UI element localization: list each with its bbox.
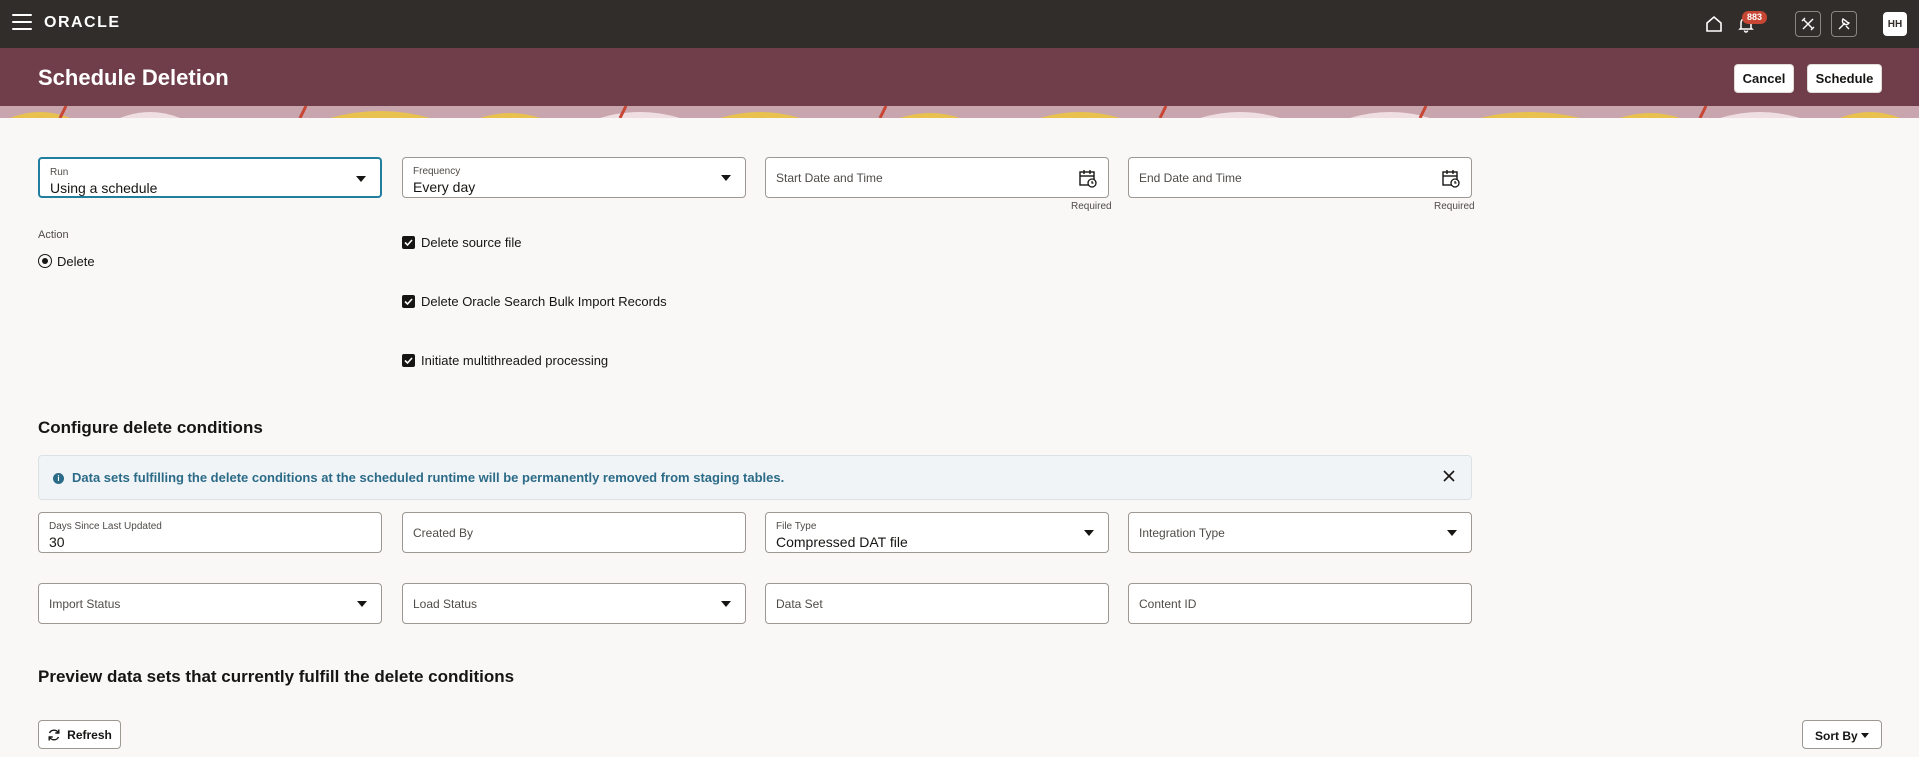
created-by-field[interactable]: Created By (402, 512, 746, 553)
navigator-tools-icon[interactable] (1795, 11, 1821, 37)
info-banner: i Data sets fulfilling the delete condit… (38, 455, 1472, 500)
start-date-field[interactable]: Start Date and Time (765, 157, 1109, 198)
content-id-field[interactable]: Content ID (1128, 583, 1472, 624)
settings-tools-icon[interactable] (1831, 11, 1857, 37)
chevron-down-icon[interactable] (356, 176, 366, 182)
delete-source-file-label[interactable]: Delete source file (421, 235, 521, 250)
menu-icon[interactable] (12, 14, 32, 32)
checkmark-icon (404, 298, 413, 306)
content-id-placeholder: Content ID (1139, 597, 1197, 611)
chevron-down-icon[interactable] (721, 175, 731, 181)
file-type-value: Compressed DAT file (776, 534, 908, 550)
page-header: Schedule Deletion Cancel Schedule (0, 48, 1919, 118)
file-type-select[interactable]: File Type Compressed DAT file (765, 512, 1109, 553)
refresh-label: Refresh (67, 727, 112, 742)
delete-search-bulk-import-label[interactable]: Delete Oracle Search Bulk Import Records (421, 294, 667, 309)
chevron-down-icon[interactable] (1447, 530, 1457, 536)
data-set-placeholder: Data Set (776, 597, 823, 611)
home-icon[interactable] (1700, 10, 1728, 38)
frequency-label: Frequency (413, 166, 461, 177)
action-label: Action (38, 229, 69, 241)
run-value: Using a schedule (50, 180, 158, 196)
data-set-field[interactable]: Data Set (765, 583, 1109, 624)
chevron-down-icon[interactable] (1084, 530, 1094, 536)
delete-search-bulk-import-checkbox[interactable] (402, 295, 415, 308)
delete-radio[interactable] (38, 254, 52, 268)
load-status-select[interactable]: Load Status (402, 583, 746, 624)
created-by-placeholder: Created By (413, 526, 474, 540)
days-since-updated-field[interactable]: Days Since Last Updated 30 (38, 512, 382, 553)
calendar-icon[interactable] (1441, 169, 1461, 189)
load-status-placeholder: Load Status (413, 597, 478, 611)
integration-type-select[interactable]: Integration Type (1128, 512, 1472, 553)
run-select[interactable]: Run Using a schedule (38, 157, 382, 198)
chevron-down-icon (1861, 733, 1869, 738)
multithreaded-processing-checkbox[interactable] (402, 354, 415, 367)
days-since-updated-value: 30 (49, 534, 65, 550)
delete-radio-label[interactable]: Delete (57, 254, 95, 269)
integration-type-placeholder: Integration Type (1139, 526, 1225, 540)
chevron-down-icon[interactable] (357, 601, 367, 607)
days-since-updated-label: Days Since Last Updated (49, 521, 162, 532)
file-type-label: File Type (776, 521, 817, 532)
notification-count-badge: 883 (1742, 11, 1768, 24)
frequency-select[interactable]: Frequency Every day (402, 157, 746, 198)
sort-by-button[interactable]: Sort By (1802, 720, 1882, 749)
multithreaded-processing-label[interactable]: Initiate multithreaded processing (421, 353, 608, 368)
user-avatar[interactable]: HH (1883, 12, 1907, 36)
delete-source-file-checkbox[interactable] (402, 236, 415, 249)
page-title: Schedule Deletion (38, 65, 229, 90)
import-status-placeholder: Import Status (49, 597, 121, 611)
import-status-select[interactable]: Import Status (38, 583, 382, 624)
run-label: Run (50, 167, 69, 178)
frequency-value: Every day (413, 179, 476, 195)
sort-by-label: Sort By (1815, 729, 1858, 743)
calendar-icon[interactable] (1078, 169, 1098, 189)
schedule-button[interactable]: Schedule (1807, 64, 1882, 93)
oracle-logo[interactable]: ORACLE (44, 14, 121, 32)
header-decorative-pattern-icon (0, 106, 1919, 118)
close-icon[interactable] (1441, 468, 1457, 484)
info-icon: i (53, 473, 64, 484)
start-date-placeholder: Start Date and Time (776, 171, 883, 185)
preview-title: Preview data sets that currently fulfill… (38, 667, 515, 686)
end-date-placeholder: End Date and Time (1139, 171, 1242, 185)
checkmark-icon (404, 239, 413, 247)
refresh-icon (48, 729, 60, 740)
start-date-required: Required (1071, 201, 1112, 212)
configure-conditions-title: Configure delete conditions (38, 418, 263, 437)
cancel-button[interactable]: Cancel (1734, 64, 1794, 93)
chevron-down-icon[interactable] (721, 601, 731, 607)
global-header: ORACLE 883 HH (0, 0, 1919, 48)
refresh-button[interactable]: Refresh (38, 720, 121, 749)
end-date-field[interactable]: End Date and Time (1128, 157, 1472, 198)
checkmark-icon (404, 357, 413, 365)
info-banner-message: Data sets fulfilling the delete conditio… (72, 470, 785, 485)
end-date-required: Required (1434, 201, 1475, 212)
